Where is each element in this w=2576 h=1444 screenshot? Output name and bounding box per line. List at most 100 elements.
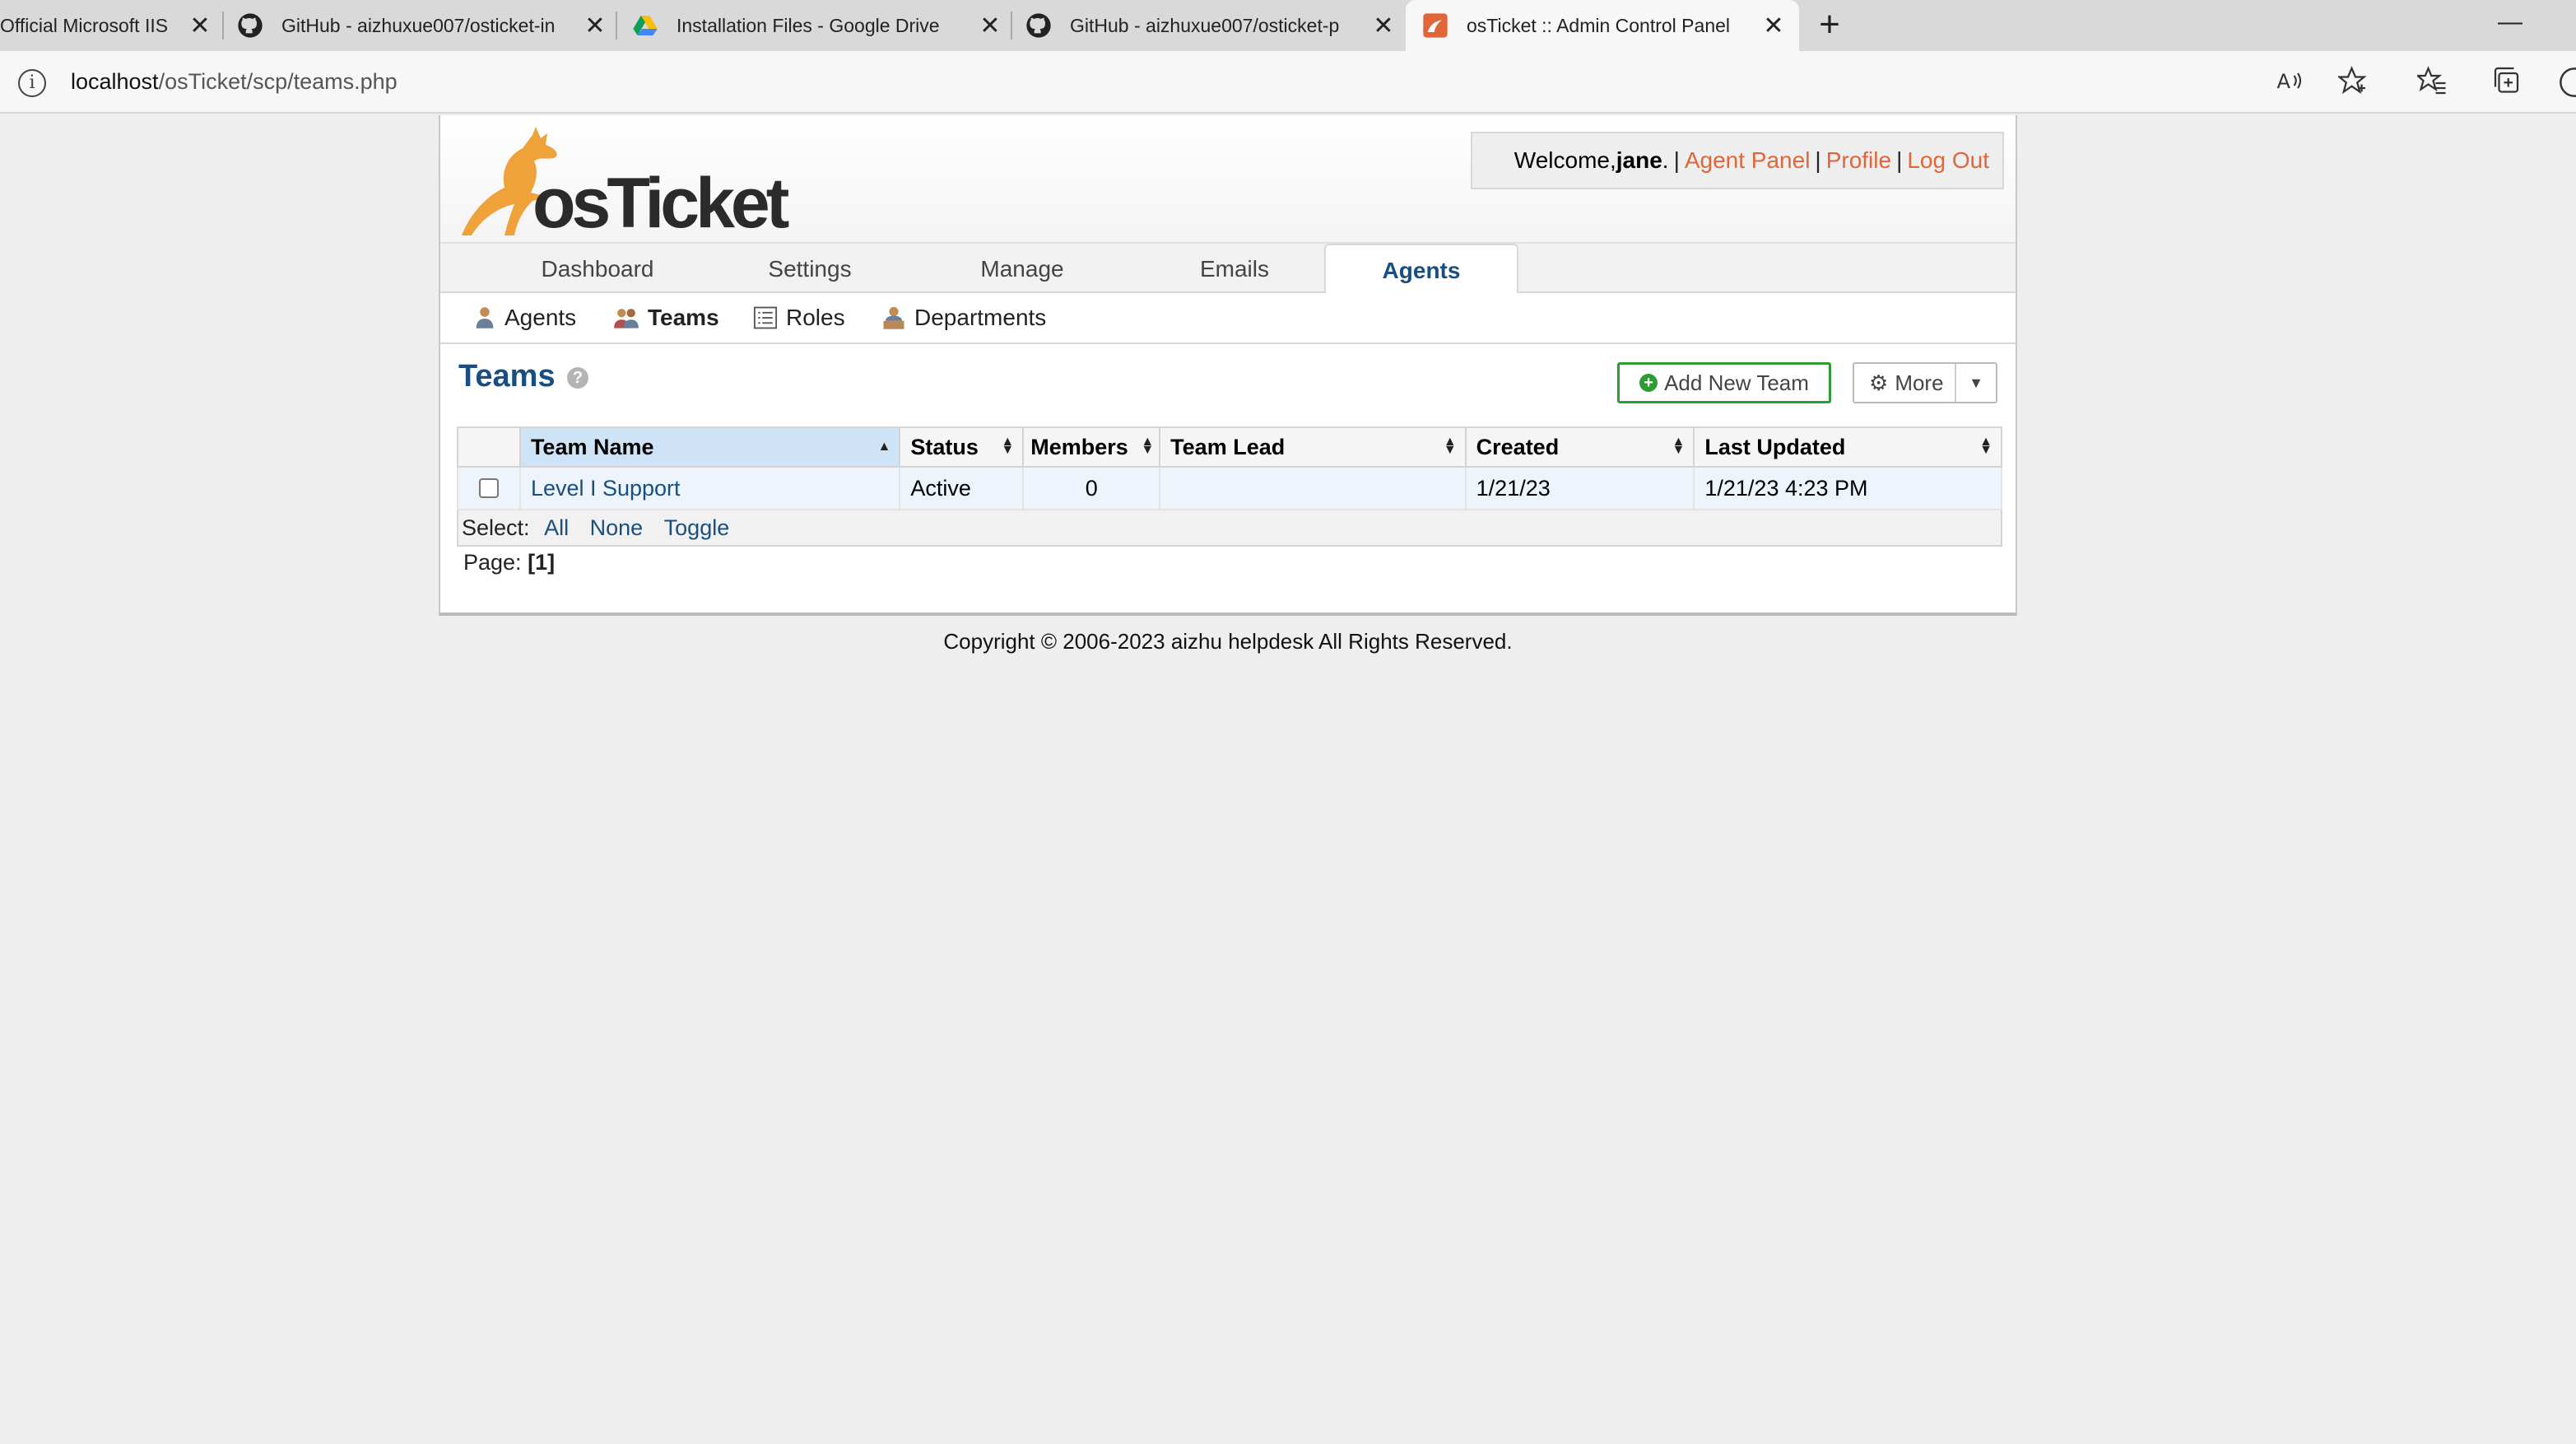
- select-none-link[interactable]: None: [590, 515, 644, 540]
- teams-table: Team Name ▲ Status ▲ ▼ Members ▲ ▼ Team Lead ▲…: [457, 426, 2002, 547]
- separator: |: [1815, 147, 1821, 173]
- username: jane: [1616, 147, 1662, 173]
- sort-icon: ▲ ▼: [1443, 435, 1457, 457]
- sort-icon: ▲ ▼: [1672, 435, 1686, 457]
- more-label: More: [1895, 370, 1944, 395]
- browser-tab-iis[interactable]: Official Microsoft IIS ✕: [0, 0, 222, 51]
- new-tab-button[interactable]: +: [1811, 7, 1848, 44]
- github-icon: [238, 13, 263, 38]
- team-last-updated: 1/21/23 4:23 PM: [1693, 466, 2002, 510]
- agent-icon: [476, 307, 494, 328]
- google-drive-icon: [633, 16, 658, 35]
- agent-panel-link[interactable]: Agent Panel: [1685, 147, 1811, 174]
- url-host: localhost: [71, 69, 159, 94]
- select-row: Select: All None Toggle: [457, 509, 2002, 547]
- separator: |: [1673, 147, 1680, 173]
- sub-nav-label: Departments: [914, 305, 1047, 330]
- browser-tab-google-drive[interactable]: Installation Files - Google Drive ✕: [632, 0, 1011, 51]
- tab-separator: [1011, 12, 1012, 40]
- star-plus-icon: [2337, 66, 2367, 95]
- plus-circle-icon: +: [1639, 374, 1658, 392]
- welcome-suffix: .: [1662, 147, 1669, 173]
- close-tab-icon[interactable]: ✕: [1760, 12, 1788, 40]
- tab-agents[interactable]: Agents: [1324, 244, 1518, 295]
- tab-title: Installation Files - Google Drive: [677, 14, 940, 36]
- collections-icon[interactable]: [2490, 66, 2525, 100]
- tab-settings[interactable]: Settings: [717, 244, 903, 293]
- select-all-link[interactable]: All: [544, 515, 569, 540]
- sub-nav-label: Agents: [505, 305, 577, 330]
- browser-tab-github-1[interactable]: GitHub - aizhuxue007/osticket-in ✕: [237, 0, 616, 51]
- read-aloud-icon[interactable]: A: [2273, 66, 2308, 100]
- close-tab-icon[interactable]: ✕: [581, 12, 609, 40]
- column-header-status[interactable]: Status ▲ ▼: [899, 426, 1025, 468]
- sort-icon: ▲ ▼: [1001, 435, 1015, 457]
- column-header-last-updated[interactable]: Last Updated ▲ ▼: [1693, 426, 2002, 468]
- browser-tab-github-2[interactable]: GitHub - aizhuxue007/osticket-p ✕: [1025, 0, 1404, 51]
- add-favorite-icon[interactable]: [2336, 66, 2370, 100]
- table-row: Level I Support Active 0 1/21/23 1/21/23…: [457, 466, 2002, 510]
- sidebar-item-teams[interactable]: Teams: [613, 293, 719, 342]
- minimize-window-button[interactable]: —: [2494, 8, 2527, 41]
- sidebar-item-departments[interactable]: Departments: [881, 293, 1046, 342]
- browser-tab-osticket[interactable]: osTicket :: Admin Control Panel ✕: [1406, 0, 1799, 51]
- osticket-logo[interactable]: osTicket: [453, 123, 799, 243]
- tab-emails[interactable]: Emails: [1142, 244, 1328, 293]
- column-header-members[interactable]: Members ▲ ▼: [1022, 426, 1161, 468]
- tab-manage[interactable]: Manage: [929, 244, 1115, 293]
- separator: |: [1896, 147, 1903, 173]
- welcome-prefix: Welcome,: [1514, 147, 1616, 173]
- browser-tabstrip: Official Microsoft IIS ✕ GitHub - aizhux…: [0, 0, 2576, 51]
- current-page[interactable]: [1]: [528, 550, 555, 575]
- add-new-team-button[interactable]: + Add New Team: [1617, 362, 1831, 403]
- url-field[interactable]: localhost/osTicket/scp/teams.php: [71, 69, 398, 95]
- roles-list-icon: [753, 306, 778, 329]
- close-tab-icon[interactable]: ✕: [186, 12, 214, 40]
- add-new-team-label: Add New Team: [1664, 370, 1809, 395]
- row-checkbox[interactable]: [478, 478, 499, 498]
- team-name-link[interactable]: Level I Support: [518, 466, 901, 510]
- main-nav: Dashboard Settings Manage Emails Agents: [440, 242, 2016, 295]
- chevron-down-icon[interactable]: ▼: [1956, 375, 1996, 392]
- close-tab-icon[interactable]: ✕: [1369, 12, 1397, 40]
- select-cell: Select: All None Toggle: [457, 509, 2002, 547]
- copyright-footer: Copyright © 2006-2023 aizhu helpdesk All…: [943, 629, 1513, 654]
- more-dropdown-button[interactable]: ⚙ More ▼: [1853, 362, 1997, 403]
- column-header-team-lead[interactable]: Team Lead ▲ ▼: [1159, 426, 1467, 468]
- logo-text: osTicket: [532, 164, 789, 243]
- column-header-label: Team Lead: [1170, 434, 1286, 459]
- tab-title: osTicket :: Admin Control Panel: [1467, 14, 1731, 36]
- address-bar: i localhost/osTicket/scp/teams.php A: [0, 51, 2576, 114]
- osticket-icon: [1423, 13, 1448, 38]
- more-button-main[interactable]: ⚙ More: [1854, 364, 1956, 402]
- profile-link[interactable]: Profile: [1826, 147, 1891, 174]
- column-header-label: Created: [1476, 434, 1560, 459]
- column-header-created[interactable]: Created ▲ ▼: [1464, 426, 1695, 468]
- column-header-label: Last Updated: [1704, 434, 1846, 459]
- sidebar-item-agents[interactable]: Agents: [473, 293, 576, 342]
- sort-icon: ▲ ▼: [1141, 435, 1155, 457]
- sidebar-item-roles[interactable]: Roles: [753, 293, 845, 342]
- svg-text:A: A: [2277, 70, 2291, 93]
- select-toggle-link[interactable]: Toggle: [664, 515, 730, 540]
- row-checkbox-cell: [457, 466, 521, 510]
- github-icon: [1026, 13, 1051, 38]
- department-icon: [883, 306, 904, 329]
- select-label: Select:: [462, 515, 530, 540]
- avatar-icon: [2560, 68, 2576, 97]
- tab-dashboard[interactable]: Dashboard: [505, 244, 690, 293]
- welcome-box: Welcome, jane . | Agent Panel | Profile …: [1471, 132, 2004, 189]
- table-header-row: Team Name ▲ Status ▲ ▼ Members ▲ ▼ Team Lead ▲…: [457, 426, 2002, 468]
- team-status: Active: [899, 466, 1025, 510]
- favorites-icon[interactable]: [2415, 66, 2449, 100]
- log-out-link[interactable]: Log Out: [1907, 147, 1989, 174]
- close-tab-icon[interactable]: ✕: [976, 12, 1004, 40]
- team-lead: [1159, 466, 1467, 510]
- tab-separator: [616, 12, 617, 40]
- column-header-team-name[interactable]: Team Name ▲: [518, 426, 901, 468]
- profile-avatar-icon[interactable]: [2558, 66, 2576, 100]
- site-info-icon[interactable]: i: [18, 69, 46, 97]
- help-icon[interactable]: ?: [567, 367, 588, 389]
- column-header-label: Team Name: [530, 434, 654, 459]
- page-title: Teams: [458, 359, 556, 394]
